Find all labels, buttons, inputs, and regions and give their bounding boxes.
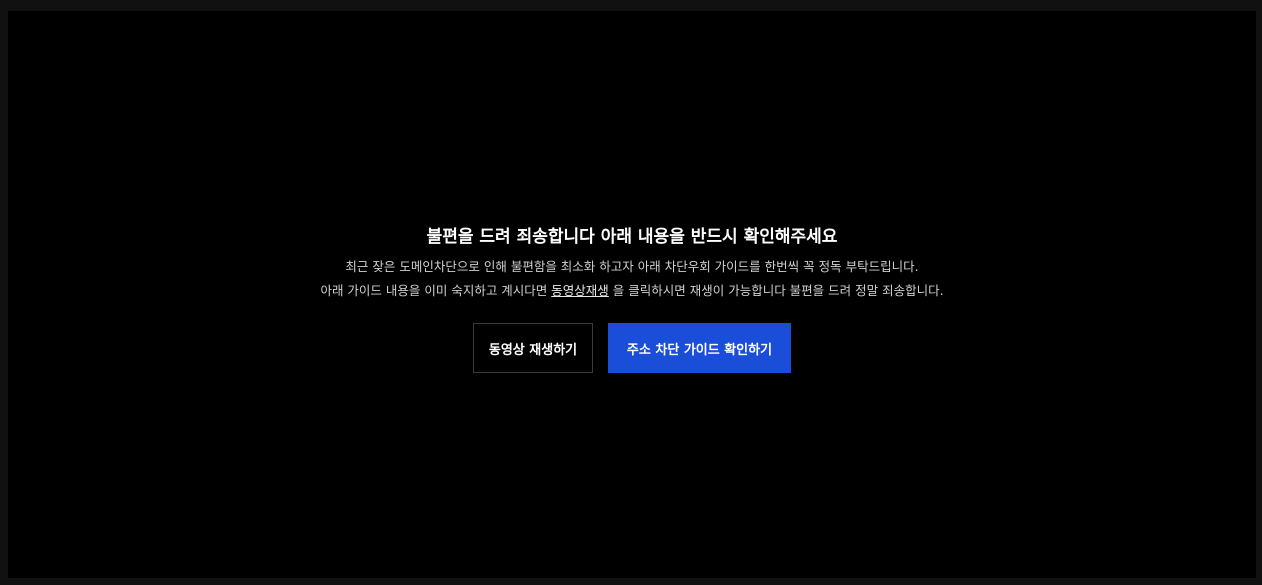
video-play-link[interactable]: 동영상재생 <box>551 283 609 298</box>
play-video-button[interactable]: 동영상 재생하기 <box>473 323 593 373</box>
notice-title: 불편을 드려 죄송합니다 아래 내용을 반드시 확인해주세요 <box>426 227 838 247</box>
notice-panel: 불편을 드려 죄송합니다 아래 내용을 반드시 확인해주세요 최근 잦은 도메인… <box>8 225 1256 303</box>
notice-line-2-suffix: 을 클릭하시면 재생이 가능합니다 불편을 드려 정말 죄송합니다. <box>608 283 944 298</box>
block-guide-button[interactable]: 주소 차단 가이드 확인하기 <box>608 323 791 373</box>
player-frame: 불편을 드려 죄송합니다 아래 내용을 반드시 확인해주세요 최근 잦은 도메인… <box>8 11 1256 578</box>
action-buttons: 동영상 재생하기 주소 차단 가이드 확인하기 <box>8 323 1256 373</box>
notice-line-2: 아래 가이드 내용을 이미 숙지하고 계시다면 동영상재생 을 클릭하시면 재생… <box>8 279 1256 303</box>
notice-line-2-prefix: 아래 가이드 내용을 이미 숙지하고 계시다면 <box>320 283 552 298</box>
notice-line-1: 최근 잦은 도메인차단으로 인해 불편함을 최소화 하고자 아래 차단우회 가이… <box>345 259 919 274</box>
notice-description: 최근 잦은 도메인차단으로 인해 불편함을 최소화 하고자 아래 차단우회 가이… <box>8 255 1256 303</box>
